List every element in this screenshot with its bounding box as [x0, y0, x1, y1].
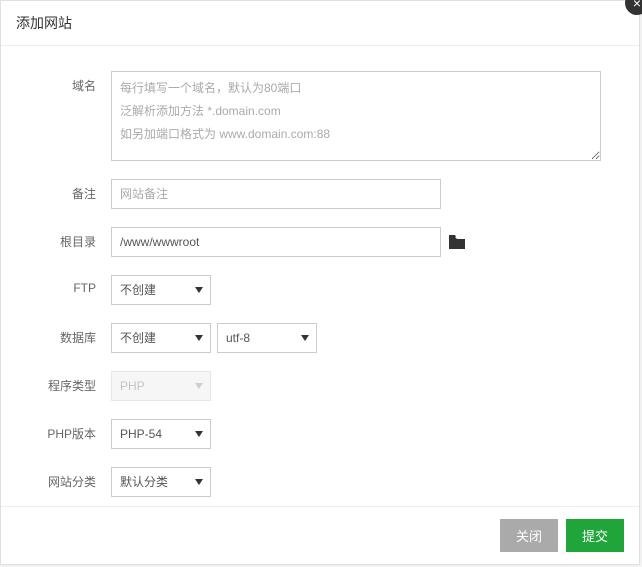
add-site-dialog: × 添加网站 域名 备注 根目录 FTP — [0, 0, 640, 565]
label-program-type: 程序类型 — [11, 371, 111, 394]
ftp-select[interactable]: 不创建 — [111, 275, 211, 305]
label-note: 备注 — [11, 179, 111, 202]
close-button[interactable]: 关闭 — [500, 519, 558, 552]
label-category: 网站分类 — [11, 467, 111, 490]
dialog-title: 添加网站 — [1, 1, 639, 46]
domain-textarea[interactable] — [111, 71, 601, 161]
site-category-select[interactable]: 默认分类 — [111, 467, 211, 497]
label-ftp: FTP — [11, 275, 111, 295]
dialog-footer: 关闭 提交 — [1, 506, 639, 564]
program-type-select: PHP — [111, 371, 211, 401]
charset-select[interactable]: utf-8 — [217, 323, 317, 353]
label-php-version: PHP版本 — [11, 419, 111, 442]
dialog-body: 域名 备注 根目录 FTP 不创建 — [1, 46, 639, 535]
label-domain: 域名 — [11, 71, 111, 94]
folder-icon[interactable] — [449, 235, 465, 249]
root-dir-input[interactable] — [111, 227, 441, 257]
database-select[interactable]: 不创建 — [111, 323, 211, 353]
label-database: 数据库 — [11, 323, 111, 346]
note-input[interactable] — [111, 179, 441, 209]
label-root: 根目录 — [11, 227, 111, 250]
submit-button[interactable]: 提交 — [566, 519, 624, 552]
php-version-select[interactable]: PHP-54 — [111, 419, 211, 449]
